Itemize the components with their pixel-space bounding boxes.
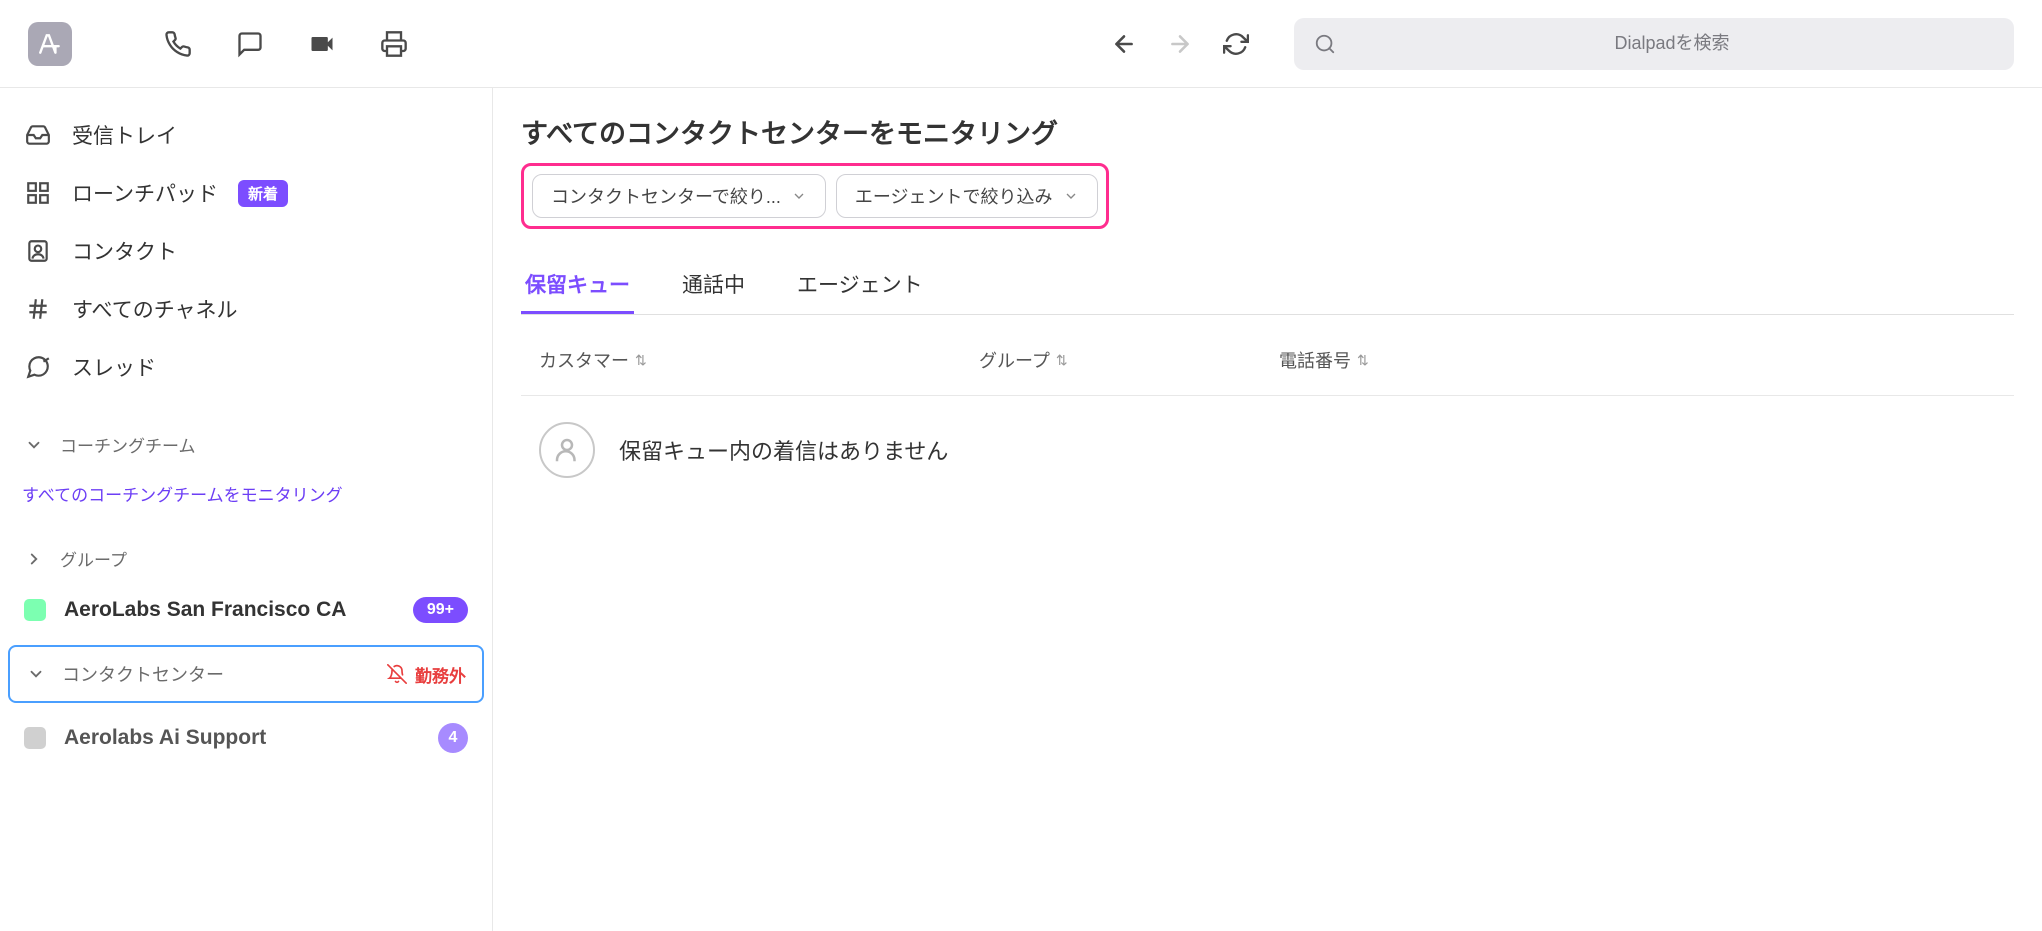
hash-icon (24, 295, 52, 323)
grid-icon (24, 179, 52, 207)
count-badge: 99+ (413, 597, 468, 623)
nav-inbox[interactable]: 受信トレイ (0, 106, 492, 164)
search-input[interactable] (1350, 33, 1994, 54)
nav-threads[interactable]: スレッド (0, 338, 492, 396)
coaching-section-header[interactable]: コーチングチーム (0, 418, 492, 471)
app-logo[interactable] (28, 22, 72, 66)
nav-label: スレッド (72, 352, 156, 382)
tabs: 保留キュー 通話中 エージェント (521, 257, 2014, 315)
groups-section-header[interactable]: グループ (0, 532, 492, 585)
status-indicator-gray (24, 727, 46, 749)
filter-contact-center[interactable]: コンタクトセンターで絞り... (532, 174, 826, 218)
section-title: グループ (60, 546, 127, 571)
column-group[interactable]: グループ ⇅ (979, 347, 1279, 373)
chevron-down-icon (26, 664, 46, 684)
search-box[interactable] (1294, 18, 2014, 70)
column-customer[interactable]: カスタマー ⇅ (539, 347, 979, 373)
phone-icon[interactable] (162, 28, 194, 60)
main-content: すべてのコンタクトセンターをモニタリング コンタクトセンターで絞り... エージ… (493, 88, 2042, 931)
bell-off-icon (387, 664, 407, 684)
sort-icon: ⇅ (1357, 352, 1369, 369)
section-title: コンタクトセンター (62, 661, 371, 687)
table-header: カスタマー ⇅ グループ ⇅ 電話番号 ⇅ (521, 325, 2014, 396)
nav-label: すべてのチャネル (72, 294, 237, 324)
inbox-icon (24, 121, 52, 149)
page-title: すべてのコンタクトセンターをモニタリング (521, 112, 2014, 151)
chevron-right-icon (24, 549, 44, 569)
back-icon[interactable] (1110, 30, 1138, 58)
print-icon[interactable] (378, 28, 410, 60)
chevron-down-icon (24, 435, 44, 455)
nav-label: ローンチパッド (72, 178, 218, 208)
empty-state: 保留キュー内の着信はありません (521, 396, 2014, 504)
filter-agent[interactable]: エージェントで絞り込み (836, 174, 1098, 218)
filter-highlight-box: コンタクトセンターで絞り... エージェントで絞り込み (521, 163, 1109, 229)
thread-icon (24, 353, 52, 381)
cc-name: Aerolabs Ai Support (64, 726, 420, 750)
contact-center-item[interactable]: Aerolabs Ai Support 4 (0, 711, 492, 765)
tab-agents[interactable]: エージェント (793, 257, 927, 314)
status-indicator-green (24, 599, 46, 621)
nav-contacts[interactable]: コンタクト (0, 222, 492, 280)
refresh-icon[interactable] (1222, 30, 1250, 58)
duty-status: 勤務外 (387, 662, 466, 687)
sort-icon: ⇅ (1056, 352, 1068, 369)
sort-icon: ⇅ (635, 352, 647, 369)
new-badge: 新着 (238, 180, 288, 207)
monitor-coaching-link[interactable]: すべてのコーチングチームをモニタリング (0, 471, 492, 516)
nav-launchpad[interactable]: ローンチパッド 新着 (0, 164, 492, 222)
nav-icons (1110, 30, 1250, 58)
sidebar: 受信トレイ ローンチパッド 新着 コンタクト すべてのチャネル スレッド (0, 88, 493, 931)
forward-icon (1166, 30, 1194, 58)
contact-center-section: コンタクトセンター 勤務外 (8, 645, 484, 703)
user-placeholder-icon (539, 422, 595, 478)
section-title: コーチングチーム (60, 432, 196, 457)
nav-label: コンタクト (72, 236, 177, 266)
chevron-down-icon (1063, 188, 1079, 204)
topbar-action-icons (162, 28, 410, 60)
count-badge: 4 (438, 723, 468, 753)
chevron-down-icon (791, 188, 807, 204)
column-phone[interactable]: 電話番号 ⇅ (1279, 347, 1996, 373)
contact-center-header[interactable]: コンタクトセンター 勤務外 (10, 649, 482, 699)
topbar (0, 0, 2042, 88)
tab-on-call[interactable]: 通話中 (678, 257, 749, 314)
search-icon (1314, 33, 1336, 55)
nav-label: 受信トレイ (72, 120, 177, 150)
group-item[interactable]: AeroLabs San Francisco CA 99+ (0, 585, 492, 635)
video-icon[interactable] (306, 28, 338, 60)
tab-hold-queue[interactable]: 保留キュー (521, 257, 634, 314)
nav-channels[interactable]: すべてのチャネル (0, 280, 492, 338)
message-icon[interactable] (234, 28, 266, 60)
empty-message: 保留キュー内の着信はありません (619, 434, 948, 466)
contact-icon (24, 237, 52, 265)
group-name: AeroLabs San Francisco CA (64, 598, 395, 622)
